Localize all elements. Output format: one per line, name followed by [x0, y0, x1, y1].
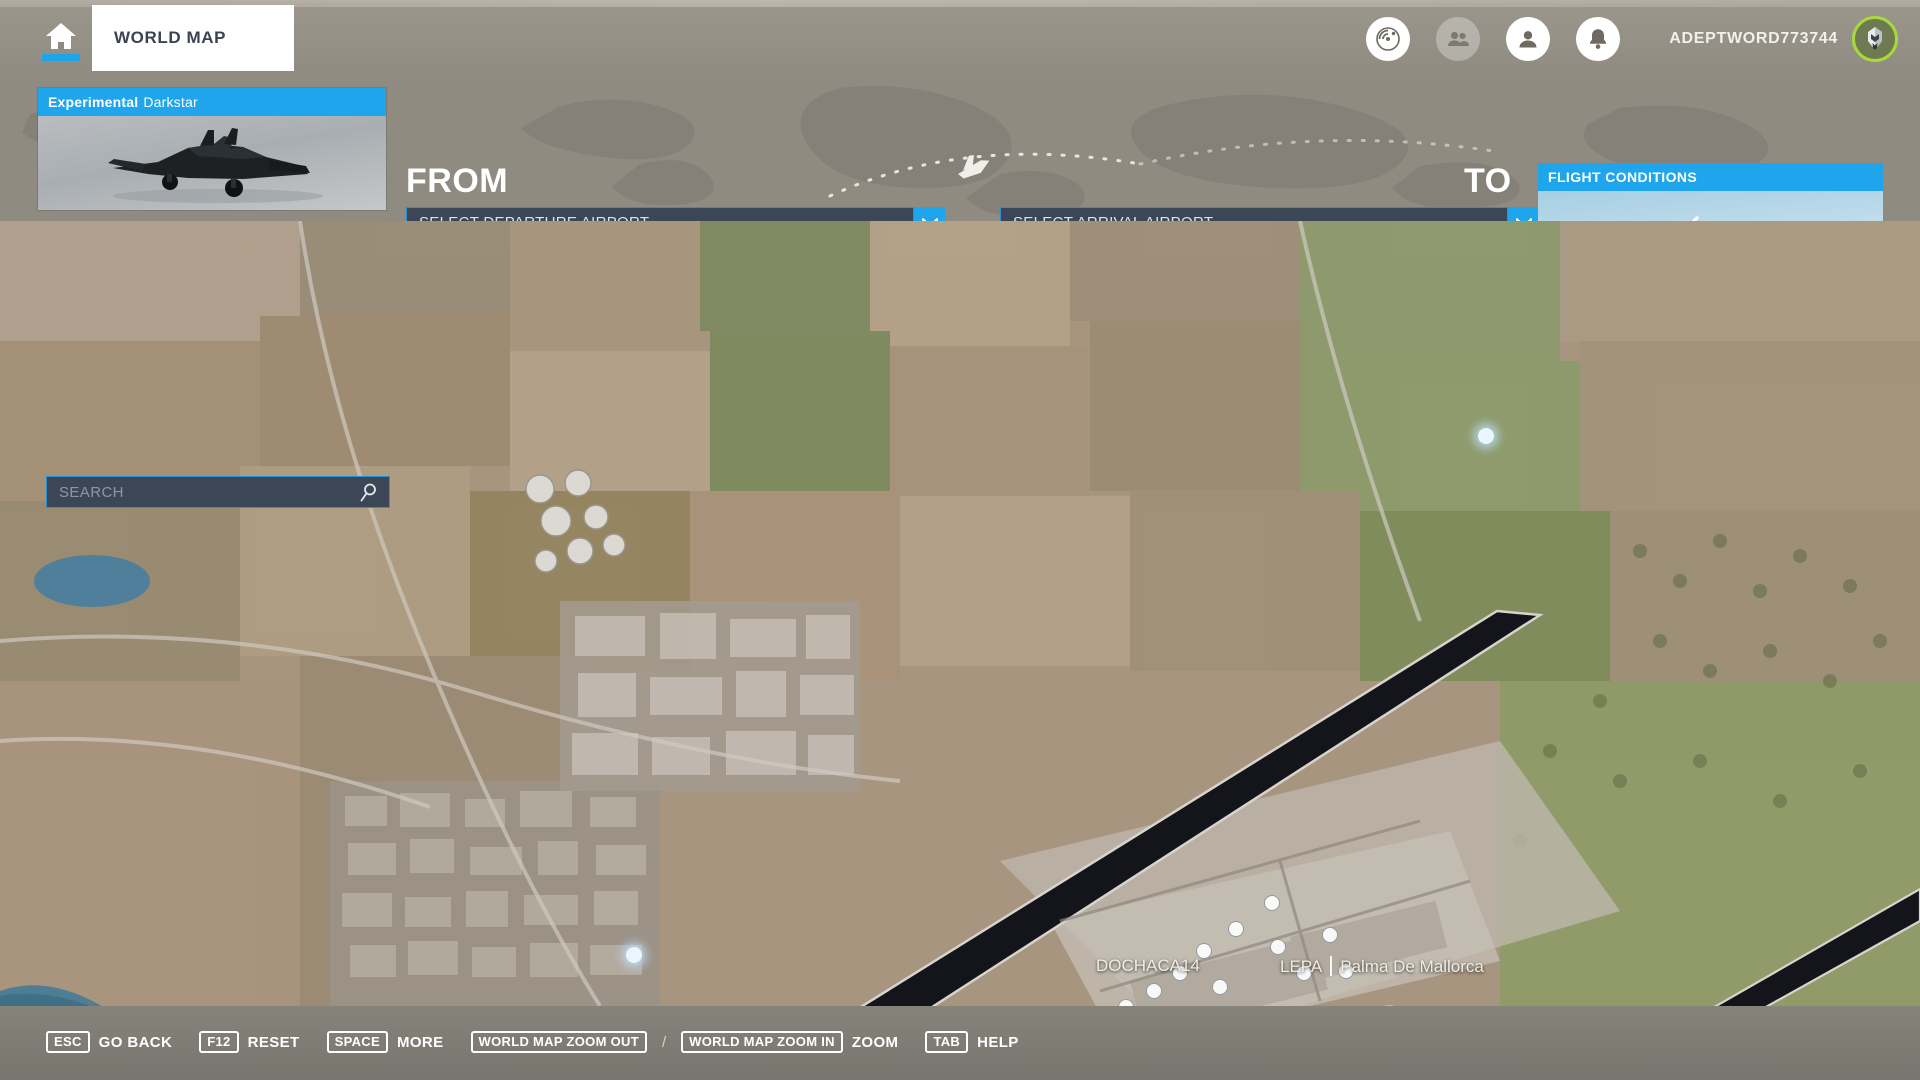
key-cap: ESC [46, 1031, 90, 1053]
from-label: FROM [406, 162, 509, 200]
flight-conditions-title: FLIGHT CONDITIONS [1538, 163, 1883, 191]
key-cap: SPACE [326, 1031, 388, 1053]
home-icon [46, 23, 76, 49]
key-cap: TAB [925, 1031, 969, 1053]
keybind-list: ESC GO BACK F12 RESET SPACE MORE WORLD M… [46, 1031, 1036, 1053]
key-action: RESET [247, 1033, 300, 1051]
avatar[interactable] [1852, 16, 1898, 62]
home-button[interactable] [30, 10, 92, 74]
aircraft-position-marker[interactable] [626, 947, 642, 963]
helipad-label[interactable]: DOCHACA14 [1096, 956, 1200, 976]
parking-spot-marker[interactable] [1270, 939, 1286, 955]
key-cap-zoom-out: WORLD MAP ZOOM OUT [470, 1031, 647, 1053]
user-area[interactable]: ADEPTWORD773744 [1669, 16, 1898, 62]
key-cap-zoom-in: WORLD MAP ZOOM IN [681, 1031, 843, 1053]
airport-icao: LEPA [1280, 957, 1323, 976]
satellite-imagery [0, 221, 1920, 1006]
flight-plan-bar: Experimental Darkstar FROM TO FLIGHT CON… [0, 78, 1920, 221]
search-placeholder: SEARCH [59, 483, 124, 501]
parking-spot-marker[interactable] [1322, 927, 1338, 943]
top-navigation-bar: WORLD MAP ADEPTWORD773744 [0, 0, 1920, 78]
friends-icon[interactable] [1436, 17, 1480, 61]
world-map-screen: WORLD MAP ADEPTWORD773744 Experimental D… [0, 0, 1920, 1080]
to-label: TO [1464, 162, 1512, 200]
selected-aircraft-card[interactable]: Experimental Darkstar [38, 88, 386, 210]
flight-conditions-preview [1538, 191, 1883, 221]
keybind-zoom[interactable]: WORLD MAP ZOOM OUT / WORLD MAP ZOOM IN Z… [470, 1031, 899, 1053]
radar-icon[interactable] [1366, 17, 1410, 61]
departure-airport-select[interactable]: SELECT DEPARTURE AIRPORT [406, 207, 914, 221]
search-icon [360, 483, 376, 501]
tab-world-map[interactable]: WORLD MAP [92, 5, 294, 71]
keybind-go-back[interactable]: ESC GO BACK [46, 1031, 172, 1053]
aircraft-card-title: Experimental Darkstar [38, 88, 386, 116]
notification-bell-icon[interactable] [1576, 17, 1620, 61]
search-input[interactable]: SEARCH [46, 476, 390, 508]
key-separator: / [661, 1033, 667, 1051]
footer-keybind-bar: ESC GO BACK F12 RESET SPACE MORE WORLD M… [0, 1006, 1920, 1080]
key-action: ZOOM [851, 1033, 899, 1051]
parking-spot-marker[interactable] [1264, 895, 1280, 911]
user-name-label: ADEPTWORD773744 [1669, 30, 1838, 47]
aircraft-thumbnail [38, 116, 386, 210]
map-viewport[interactable]: SEARCH DOCHACA14 LEPA Palma De Mallorca [0, 221, 1920, 1006]
arrival-airport-select[interactable]: SELECT ARRIVAL AIRPORT [1000, 207, 1508, 221]
arrival-row: SELECT ARRIVAL AIRPORT [1000, 207, 1539, 221]
keybind-reset[interactable]: F12 RESET [199, 1031, 299, 1053]
parking-spot-marker[interactable] [1228, 921, 1244, 937]
key-action: MORE [396, 1033, 444, 1051]
parking-spot-marker[interactable] [1146, 983, 1162, 999]
active-tab-indicator [42, 54, 80, 61]
airport-label[interactable]: LEPA Palma De Mallorca [1280, 956, 1484, 977]
aircraft-category: Experimental [48, 94, 139, 110]
departure-chevron-down-icon[interactable] [914, 207, 945, 221]
parking-spot-marker[interactable] [1212, 979, 1228, 995]
airport-name: Palma De Mallorca [1340, 957, 1484, 976]
label-divider [1330, 956, 1333, 976]
aircraft-model: Darkstar [143, 94, 198, 110]
key-action: HELP [977, 1033, 1019, 1051]
keybind-help[interactable]: TAB HELP [925, 1031, 1018, 1053]
departure-row: SELECT DEPARTURE AIRPORT [406, 207, 945, 221]
key-cap: F12 [199, 1031, 239, 1053]
arrival-chevron-down-icon[interactable] [1508, 207, 1539, 221]
nav-icon-group [1366, 17, 1620, 61]
tab-world-map-label: WORLD MAP [114, 28, 227, 47]
key-action: GO BACK [98, 1033, 173, 1051]
aircraft-position-marker[interactable] [1478, 428, 1494, 444]
keybind-more[interactable]: SPACE MORE [326, 1031, 444, 1053]
flight-conditions-card[interactable]: FLIGHT CONDITIONS [1538, 163, 1883, 221]
profile-icon[interactable] [1506, 17, 1550, 61]
